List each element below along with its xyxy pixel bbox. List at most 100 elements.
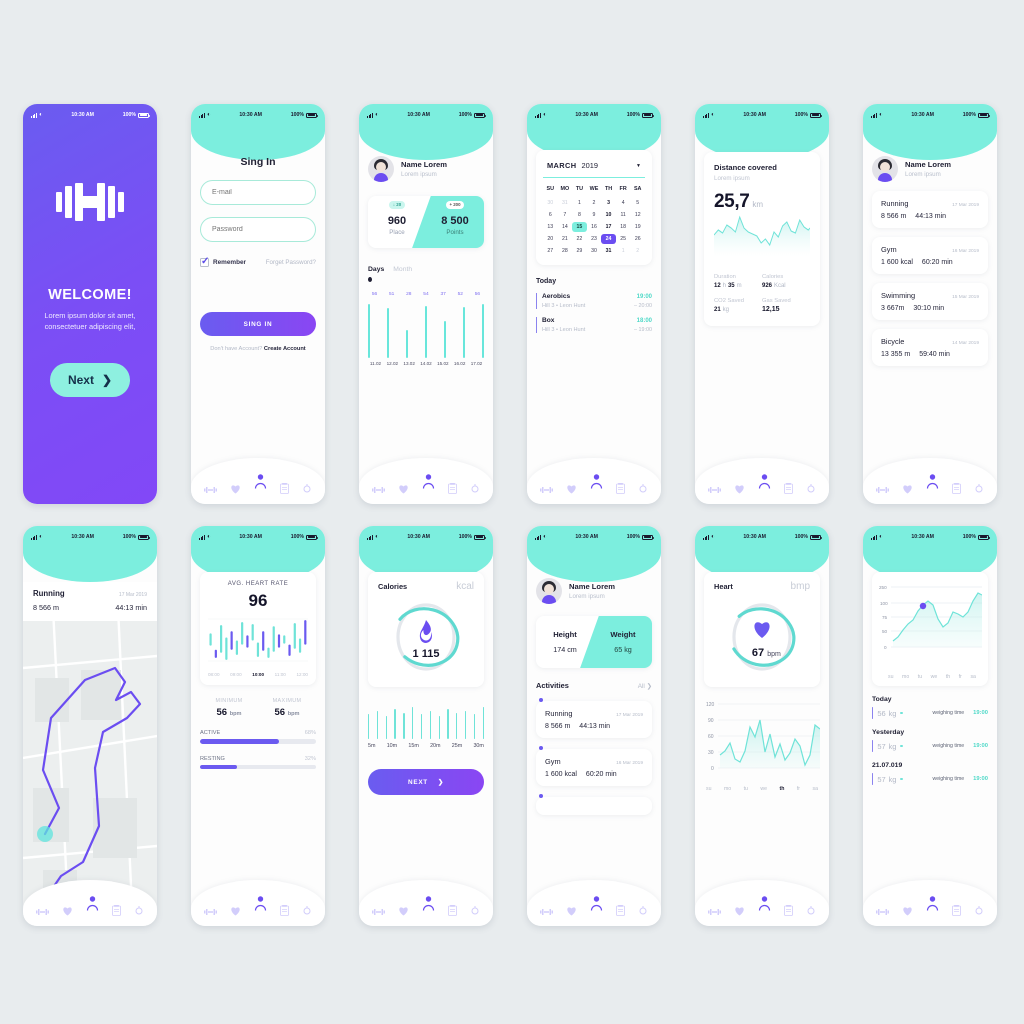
calendar-day[interactable]: 2: [630, 246, 645, 256]
create-account-link[interactable]: Create Account: [264, 346, 306, 352]
calendar-day[interactable]: 13: [543, 222, 558, 232]
gear-icon[interactable]: [806, 484, 816, 494]
dumbbell-icon[interactable]: [203, 486, 217, 494]
clipboard-icon[interactable]: [280, 905, 290, 916]
calendar-day[interactable]: 10: [601, 210, 616, 220]
profile-header[interactable]: Name Lorem Lorem ipsum: [536, 578, 652, 604]
dumbbell-icon[interactable]: [875, 486, 889, 494]
calendar-day[interactable]: 5: [630, 198, 645, 208]
gear-icon[interactable]: [134, 906, 144, 916]
calendar-day[interactable]: 15: [572, 222, 587, 232]
activity-row[interactable]: Running 17 Mar 2019 8 566 m 44:13 min: [872, 191, 988, 228]
calendar-day[interactable]: 16: [587, 222, 602, 232]
stat-points[interactable]: + 200 8 500 Points: [426, 196, 484, 248]
activities-all-link[interactable]: All ❯: [638, 682, 652, 690]
heart-icon[interactable]: [230, 906, 241, 916]
heart-icon[interactable]: [62, 906, 73, 916]
gear-icon[interactable]: [638, 484, 648, 494]
route-map[interactable]: [23, 607, 157, 926]
gear-icon[interactable]: [974, 484, 984, 494]
heart-icon[interactable]: [734, 906, 745, 916]
clipboard-icon[interactable]: [784, 905, 794, 916]
email-field[interactable]: [200, 180, 316, 205]
calendar-day[interactable]: 3: [601, 198, 616, 208]
gear-icon[interactable]: [470, 484, 480, 494]
activity-row[interactable]: Gym 16 Mar 2019 1 600 kcal 60:20 min: [536, 746, 652, 786]
profile-header[interactable]: Name Lorem Lorem ipsum: [368, 156, 484, 182]
signin-button[interactable]: SING IN: [200, 312, 316, 336]
heart-icon[interactable]: [902, 484, 913, 494]
gear-icon[interactable]: [806, 906, 816, 916]
stat-place[interactable]: ↓ 20 960 Place: [368, 196, 426, 248]
clipboard-icon[interactable]: [952, 483, 962, 494]
calendar-day[interactable]: 19: [630, 222, 645, 232]
clipboard-icon[interactable]: [448, 483, 458, 494]
calendar-day[interactable]: 8: [572, 210, 587, 220]
height-block[interactable]: Height 174 cm: [536, 616, 594, 668]
weight-entry[interactable]: 21.07.019 57 kg weighing time 19:00: [872, 762, 988, 785]
dumbbell-icon[interactable]: [371, 908, 385, 916]
password-field[interactable]: [200, 217, 316, 242]
gear-icon[interactable]: [302, 906, 312, 916]
person-icon[interactable]: [590, 474, 603, 489]
calendar-day[interactable]: 21: [558, 234, 573, 244]
calendar-day[interactable]: 31: [558, 198, 573, 208]
dumbbell-icon[interactable]: [35, 908, 49, 916]
dumbbell-icon[interactable]: [371, 486, 385, 494]
weight-entry[interactable]: Yesterday 57 kg weighing time 19:00: [872, 729, 988, 752]
forgot-password-link[interactable]: Forget Password?: [266, 259, 316, 266]
activity-row[interactable]: Gym 16 Mar 2019 1 600 kcal 60:20 min: [872, 237, 988, 274]
activity-row[interactable]: Running 17 Mar 2019 8 566 m 44:13 min: [536, 698, 652, 738]
gear-icon[interactable]: [470, 906, 480, 916]
calendar-day[interactable]: 7: [558, 210, 573, 220]
gear-icon[interactable]: [974, 906, 984, 916]
dumbbell-icon[interactable]: [707, 486, 721, 494]
heart-icon[interactable]: [398, 906, 409, 916]
dumbbell-icon[interactable]: [875, 908, 889, 916]
calendar-day[interactable]: 30: [543, 198, 558, 208]
tab-month[interactable]: Month: [393, 266, 412, 273]
activity-row[interactable]: Swimming 15 Mar 2019 3 667m 30:10 min: [872, 283, 988, 320]
calendar-day[interactable]: 25: [616, 234, 631, 244]
clipboard-icon[interactable]: [280, 483, 290, 494]
gear-icon[interactable]: [638, 906, 648, 916]
calendar-day[interactable]: 6: [543, 210, 558, 220]
dumbbell-icon[interactable]: [539, 908, 553, 916]
tab-days[interactable]: Days: [368, 266, 384, 273]
calendar-day[interactable]: 4: [616, 198, 631, 208]
person-icon[interactable]: [254, 474, 267, 489]
clipboard-icon[interactable]: [616, 483, 626, 494]
calendar-grid[interactable]: SU MO TU WE TH FR SA 30 31 1 2 3 4 5 6 7 8 9 10 11 12 13 14 15 1…: [543, 184, 645, 256]
heart-icon[interactable]: [566, 906, 577, 916]
calendar-day[interactable]: 2: [587, 198, 602, 208]
person-icon[interactable]: [590, 896, 603, 911]
calendar-day[interactable]: 11: [616, 210, 631, 220]
person-icon[interactable]: [86, 896, 99, 911]
person-icon[interactable]: [758, 474, 771, 489]
calendar-day[interactable]: 29: [572, 246, 587, 256]
calendar-day[interactable]: 22: [572, 234, 587, 244]
calendar-day[interactable]: 18: [616, 222, 631, 232]
weight-block[interactable]: Weight 65 kg: [594, 616, 652, 668]
calendar-day[interactable]: 12: [630, 210, 645, 220]
calendar-header[interactable]: MARCH 2019 ▼: [543, 158, 645, 178]
person-icon[interactable]: [422, 474, 435, 489]
clipboard-icon[interactable]: [952, 905, 962, 916]
activity-row[interactable]: Bicycle 14 Mar 2019 13 355 m 59:40 min: [872, 329, 988, 366]
activity-row-partial[interactable]: [536, 794, 652, 815]
calendar-day[interactable]: 26: [630, 234, 645, 244]
calendar-day[interactable]: 23: [587, 234, 602, 244]
event-item[interactable]: Aerobics 19:00 Hill 3 • Leon Hunt – 20:00: [536, 293, 652, 309]
person-icon[interactable]: [254, 896, 267, 911]
calendar-day[interactable]: 14: [558, 222, 573, 232]
clipboard-icon[interactable]: [784, 483, 794, 494]
clipboard-icon[interactable]: [448, 905, 458, 916]
calendar-day[interactable]: 24: [601, 234, 616, 244]
calendar-day[interactable]: 27: [543, 246, 558, 256]
heart-icon[interactable]: [230, 484, 241, 494]
dumbbell-icon[interactable]: [539, 486, 553, 494]
caret-down-icon[interactable]: ▼: [636, 163, 641, 169]
heart-icon[interactable]: [398, 484, 409, 494]
next-button[interactable]: Next ❯: [50, 362, 130, 397]
dumbbell-icon[interactable]: [203, 908, 217, 916]
